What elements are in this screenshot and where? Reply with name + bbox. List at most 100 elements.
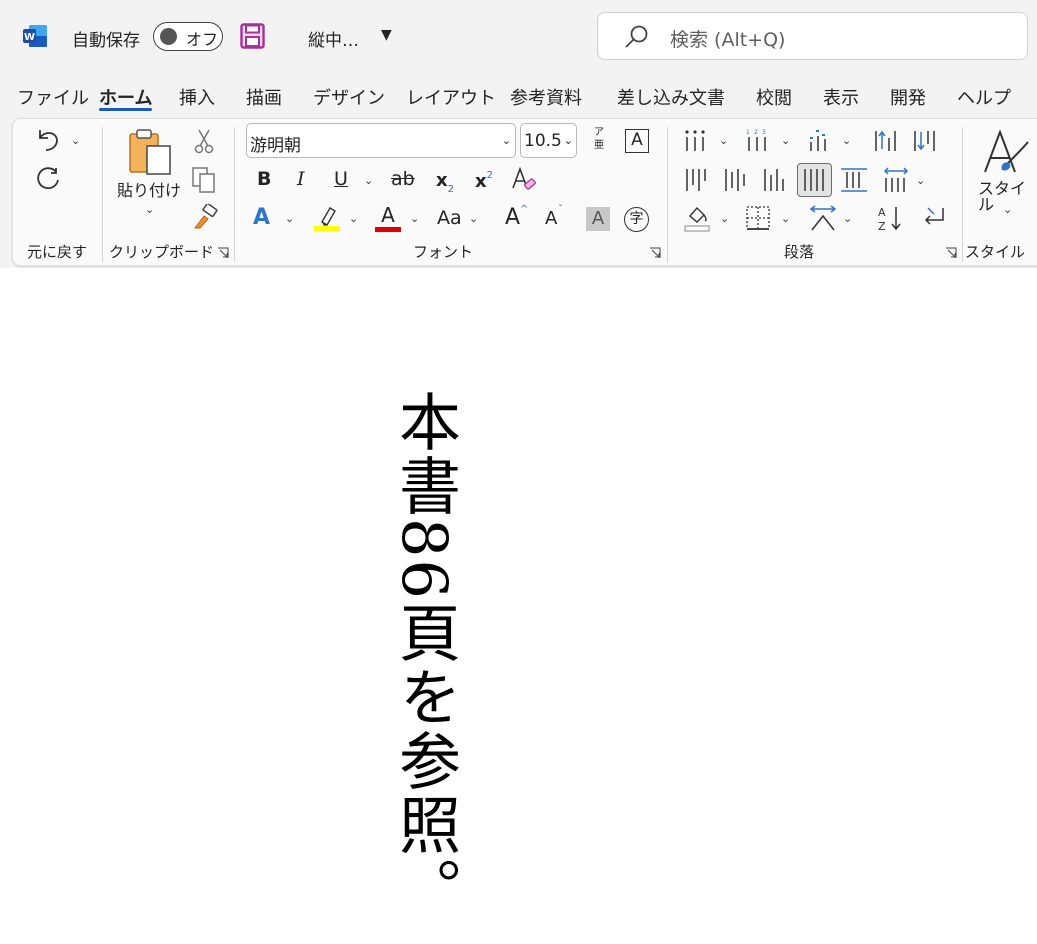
tab-view[interactable]: 表示 xyxy=(823,84,859,110)
superscript-x: x xyxy=(475,171,487,192)
paragraph-group-label: 段落 xyxy=(784,243,815,261)
italic-button[interactable]: I xyxy=(297,170,305,189)
paste-dropdown-icon[interactable]: ⌄ xyxy=(145,203,154,216)
paste-icon[interactable] xyxy=(127,128,173,178)
tab-references[interactable]: 参考資料 xyxy=(510,84,582,110)
subscript-button[interactable]: x2 xyxy=(436,170,454,195)
svg-text:W: W xyxy=(24,32,35,43)
line-spacing-dropdown-icon[interactable]: ⌄ xyxy=(843,212,852,225)
font-size-box[interactable]: 10.5 ⌄ xyxy=(520,123,577,158)
copy-icon[interactable] xyxy=(191,166,217,194)
document-title[interactable]: 縦中… xyxy=(308,26,359,51)
tab-help[interactable]: ヘルプ xyxy=(957,84,1011,110)
phonetic-bottom: 亜 xyxy=(594,140,604,151)
grow-font-button[interactable]: A xyxy=(505,207,520,229)
strikethrough-button[interactable]: ab xyxy=(391,170,415,189)
highlight-dropdown-icon[interactable]: ⌄ xyxy=(349,212,358,225)
tab-mailings[interactable]: 差し込み文書 xyxy=(617,84,725,110)
redo-icon[interactable] xyxy=(34,166,62,194)
shading-dropdown-icon[interactable]: ⌄ xyxy=(720,212,729,225)
word-logo-icon[interactable]: W xyxy=(23,25,47,47)
increase-indent-icon[interactable] xyxy=(912,128,938,154)
tab-layout[interactable]: レイアウト xyxy=(406,84,496,110)
font-color-dropdown-icon[interactable]: ⌄ xyxy=(410,212,419,225)
bold-button[interactable]: B xyxy=(257,170,271,189)
styles-dropdown-icon[interactable]: ⌄ xyxy=(1003,203,1012,216)
multilevel-dropdown-icon[interactable]: ⌄ xyxy=(842,134,851,147)
title-dropdown-icon[interactable]: ▼ xyxy=(381,27,392,43)
styles-icon[interactable] xyxy=(982,128,1032,176)
save-icon[interactable] xyxy=(240,23,265,49)
text-effect-button[interactable]: A xyxy=(253,207,270,229)
numbering-icon[interactable]: 123 xyxy=(745,128,771,154)
change-case-button[interactable]: Aa xyxy=(437,209,462,228)
enclose-char-button[interactable]: 字 xyxy=(624,207,649,232)
multilevel-list-icon[interactable] xyxy=(806,128,832,154)
tab-review[interactable]: 校閲 xyxy=(756,84,792,110)
char-border-icon[interactable]: A xyxy=(625,129,649,153)
font-size-dropdown-icon[interactable]: ⌄ xyxy=(563,134,573,147)
text-direction-icon[interactable] xyxy=(882,166,910,194)
font-name-dropdown-icon[interactable]: ⌄ xyxy=(502,134,511,147)
underline-dropdown-icon[interactable]: ⌄ xyxy=(364,174,373,187)
clipboard-launcher-icon[interactable] xyxy=(217,247,229,259)
text-effect-dropdown-icon[interactable]: ⌄ xyxy=(285,212,294,225)
undo-dropdown-icon[interactable]: ⌄ xyxy=(71,134,80,147)
tab-draw[interactable]: 描画 xyxy=(246,84,282,110)
search-icon xyxy=(625,25,648,48)
svg-text:Z: Z xyxy=(878,220,886,232)
paste-label[interactable]: 貼り付け xyxy=(117,183,181,199)
borders-dropdown-icon[interactable]: ⌄ xyxy=(781,212,790,225)
align-top-icon[interactable] xyxy=(684,167,710,193)
shading-icon[interactable] xyxy=(684,204,712,232)
bullets-dropdown-icon[interactable]: ⌄ xyxy=(719,134,728,147)
separator xyxy=(667,127,668,262)
decrease-indent-icon[interactable] xyxy=(873,128,899,154)
borders-icon[interactable] xyxy=(745,205,771,231)
format-painter-icon[interactable] xyxy=(192,204,218,230)
tab-file[interactable]: ファイル xyxy=(17,84,89,110)
sort-icon[interactable]: A Z xyxy=(876,204,904,232)
numbering-dropdown-icon[interactable]: ⌄ xyxy=(781,134,790,147)
char-shading-button[interactable]: A xyxy=(586,207,610,231)
superscript-button[interactable]: x2 xyxy=(475,170,493,192)
show-marks-icon[interactable] xyxy=(920,204,948,232)
cut-icon[interactable] xyxy=(193,128,215,154)
align-middle-icon[interactable] xyxy=(723,167,749,193)
clear-formatting-icon[interactable] xyxy=(510,166,538,194)
styles-group-label: スタイル xyxy=(965,243,1026,261)
font-name-value: 游明朝 xyxy=(250,136,301,156)
font-name-box[interactable]: 游明朝 ⌄ xyxy=(246,123,516,158)
line-spacing-icon[interactable] xyxy=(809,204,837,232)
document-text[interactable]: 本書86頁を参照。 xyxy=(388,390,461,921)
superscript-mark: 2 xyxy=(486,170,493,181)
underline-button[interactable]: U xyxy=(334,170,348,189)
undo-icon[interactable] xyxy=(34,126,62,154)
font-launcher-icon[interactable] xyxy=(649,247,661,259)
change-case-dropdown-icon[interactable]: ⌄ xyxy=(469,212,478,225)
title-bar: W 自動保存 オフ 縦中… ▼ 検索 (Alt+Q) xyxy=(0,0,1037,74)
text-direction-dropdown-icon[interactable]: ⌄ xyxy=(916,174,925,187)
tab-developer[interactable]: 開発 xyxy=(890,84,926,110)
font-size-value: 10.5 xyxy=(524,131,562,151)
align-bottom-icon[interactable] xyxy=(762,167,788,193)
font-color-icon[interactable]: A xyxy=(375,204,401,232)
font-color-letter: A xyxy=(381,203,395,227)
autosave-toggle[interactable]: オフ xyxy=(153,22,223,51)
phonetic-guide-icon[interactable]: ア 亜 xyxy=(590,126,608,156)
tab-home[interactable]: ホーム xyxy=(99,84,152,110)
phonetic-top: ア xyxy=(594,127,604,138)
svg-text:2: 2 xyxy=(754,129,758,136)
font-color-swatch xyxy=(375,227,401,232)
tab-insert[interactable]: 挿入 xyxy=(179,84,215,110)
bullets-icon[interactable] xyxy=(683,128,709,154)
tab-design[interactable]: デザイン xyxy=(313,84,385,110)
search-box[interactable]: 検索 (Alt+Q) xyxy=(597,12,1028,60)
distributed-icon[interactable] xyxy=(840,167,868,193)
paragraph-launcher-icon[interactable] xyxy=(945,247,957,259)
document-page[interactable]: 本書86頁を参照。 xyxy=(0,268,1037,944)
toggle-knob xyxy=(160,28,177,45)
highlight-icon[interactable] xyxy=(314,204,342,232)
clipboard-group-label: クリップボード xyxy=(109,243,215,261)
shrink-font-button[interactable]: A xyxy=(545,210,557,228)
